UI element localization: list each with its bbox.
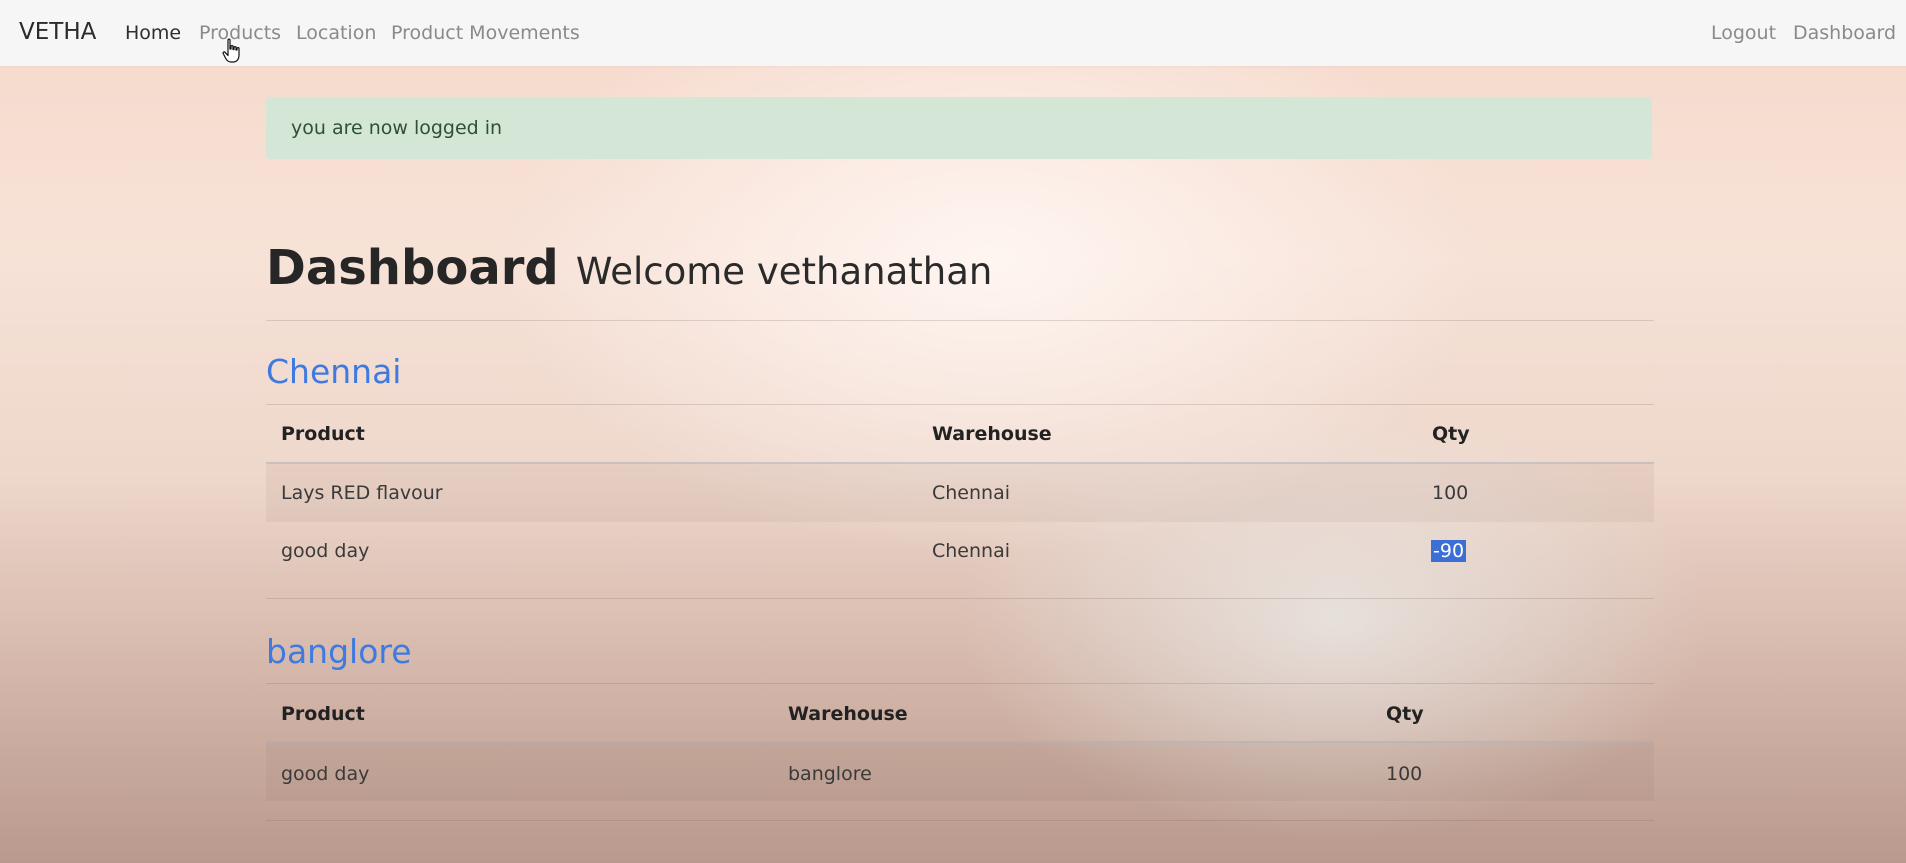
column-header-product: Product: [281, 423, 365, 445]
cell-qty: 100: [1432, 482, 1469, 504]
location-title: banglore: [266, 632, 412, 671]
table-bottom-border: [266, 820, 1654, 821]
login-success-alert: you are now logged in: [266, 97, 1652, 159]
column-header-qty: Qty: [1432, 423, 1470, 445]
page-title: Dashboard: [266, 240, 559, 296]
hand-cursor-icon: [222, 38, 240, 63]
table-top-border: [266, 683, 1654, 684]
cell-warehouse: Chennai: [932, 482, 1011, 504]
cell-product: good day: [281, 540, 370, 562]
column-header-qty: Qty: [1386, 703, 1424, 725]
cell-product: Lays RED flavour: [281, 482, 443, 504]
table-row: [266, 743, 1654, 801]
cell-qty-selected[interactable]: -90: [1431, 540, 1467, 562]
navbar: VETHA Home Products Location Product Mov…: [0, 0, 1906, 66]
cell-warehouse: Chennai: [932, 540, 1011, 562]
column-header-product: Product: [281, 703, 365, 725]
location-title: Chennai: [266, 352, 402, 391]
cell-product: good day: [281, 763, 370, 785]
header-divider: [266, 320, 1654, 321]
welcome-subtitle: Welcome vethanathan: [575, 250, 993, 293]
nav-location[interactable]: Location: [296, 22, 376, 44]
table-top-border: [266, 404, 1654, 405]
column-header-warehouse: Warehouse: [788, 703, 908, 725]
column-header-warehouse: Warehouse: [932, 423, 1052, 445]
nav-product-movements[interactable]: Product Movements: [391, 22, 580, 44]
nav-home[interactable]: Home: [125, 22, 181, 44]
nav-logout[interactable]: Logout: [1711, 22, 1776, 44]
nav-dashboard[interactable]: Dashboard: [1793, 22, 1896, 44]
brand-logo[interactable]: VETHA: [19, 19, 96, 45]
cell-qty: 100: [1386, 763, 1423, 785]
page-header: Dashboard Welcome vethanathan: [266, 240, 992, 296]
table-bottom-border: [266, 598, 1654, 599]
cell-warehouse: banglore: [788, 763, 872, 785]
